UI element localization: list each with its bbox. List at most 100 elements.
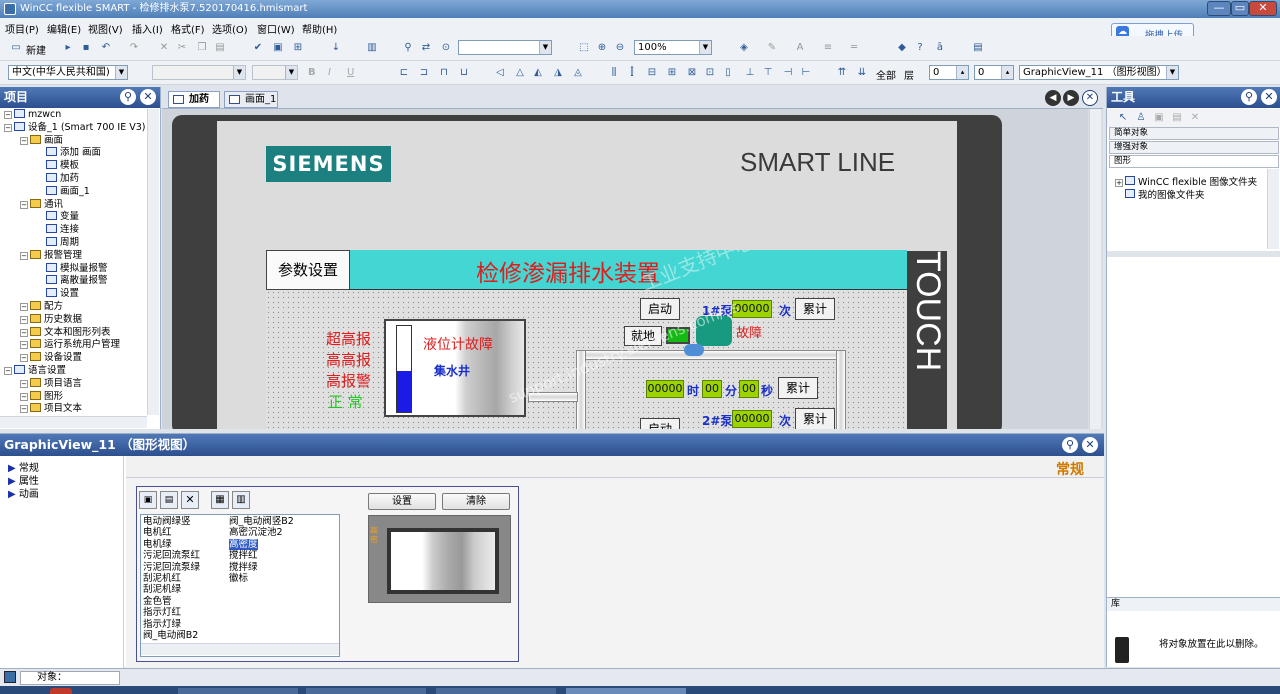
redo-icon[interactable]: ↷ xyxy=(128,42,140,54)
align-right-icon[interactable]: ⊓ xyxy=(438,67,450,79)
help-icon[interactable]: ? xyxy=(914,42,926,54)
tree-item[interactable]: 模板 xyxy=(36,160,79,172)
tools-splitter[interactable] xyxy=(1107,251,1280,257)
menu-project[interactable]: 项目(P) xyxy=(5,21,39,36)
tree-item[interactable]: − 项目语言 xyxy=(20,377,82,390)
project-tree-scrollbar[interactable] xyxy=(147,109,159,415)
graphic-list-item[interactable]: 刮泥机红 xyxy=(143,573,181,584)
same-size-icon[interactable]: ⊠ xyxy=(686,67,698,79)
align-center-icon[interactable]: ⊐ xyxy=(418,67,430,79)
center-h-icon[interactable]: ⊤ xyxy=(762,67,774,79)
graphic-list-item[interactable]: 污泥回流泵绿 xyxy=(143,562,200,573)
align-top-icon[interactable]: ⊔ xyxy=(458,67,470,79)
tree-item[interactable]: − 画面 xyxy=(20,134,63,147)
save-icon[interactable]: ▪ xyxy=(80,42,92,54)
tree-item[interactable]: 画面_1 xyxy=(36,185,90,198)
line-color-icon[interactable]: ✎ xyxy=(766,42,778,54)
zoom-in-icon[interactable]: ⊕ xyxy=(596,42,608,54)
edit-graphic-icon[interactable]: ▤ xyxy=(160,491,178,509)
object-field[interactable]: 对象： xyxy=(20,671,120,685)
graphic-list-item[interactable]: 阀_电动阀竖B2 xyxy=(229,516,294,527)
tree-item[interactable]: − 历史数据 xyxy=(20,313,82,326)
tree-item[interactable]: − 项目文本 xyxy=(20,403,82,415)
graphic-list-item[interactable]: 搅拌红 xyxy=(229,550,258,561)
taskbar-start-icon[interactable] xyxy=(50,688,72,694)
section-enhanced-objects[interactable]: 增强对象 xyxy=(1109,141,1279,154)
object-select[interactable]: GraphicView_11 （图形视图） ▼ xyxy=(1019,65,1179,80)
tab-next-icon[interactable]: ▶ xyxy=(1063,90,1079,106)
param-settings-button[interactable]: 参数设置 xyxy=(266,250,350,290)
rotate-left-icon[interactable]: ◁ xyxy=(494,67,506,79)
new-label[interactable]: 新建 xyxy=(26,42,46,57)
tree-item[interactable]: − 报警管理 xyxy=(20,249,82,262)
graphic-list-item[interactable]: 阀_电动阀B2 xyxy=(143,630,198,641)
menu-help[interactable]: 帮助(H) xyxy=(302,21,337,36)
replace-icon[interactable]: ⇄ xyxy=(420,42,432,54)
pump1-start-button[interactable]: 启动 xyxy=(640,298,680,320)
italic-button[interactable]: I xyxy=(328,67,331,78)
tree-item[interactable]: − 设备设置 xyxy=(20,352,82,364)
tree-item[interactable]: − 通讯 xyxy=(20,198,63,211)
tools-pin-icon[interactable]: ⚲ xyxy=(1241,89,1257,105)
font-color-icon[interactable]: A xyxy=(794,42,806,54)
binoculars-icon[interactable]: ⚲ xyxy=(402,42,414,54)
copy-icon[interactable]: ❐ xyxy=(196,42,208,54)
delete-icon[interactable]: ✕ xyxy=(158,42,170,54)
minimize-button[interactable]: — xyxy=(1207,1,1231,16)
project-tree-hscrollbar[interactable] xyxy=(0,416,147,428)
folder-icon[interactable]: ▣ xyxy=(1153,112,1165,124)
tree-item[interactable]: 模拟量报警 xyxy=(36,262,108,275)
tree-item[interactable]: 添加 画面 xyxy=(36,147,101,159)
set-button[interactable]: 设置 xyxy=(368,493,436,510)
runtime-accumulate-button[interactable]: 累计 xyxy=(778,377,818,399)
language-select[interactable]: 中文(中华人民共和国) ▼ xyxy=(8,65,128,80)
tree-item[interactable]: − mzwcn xyxy=(4,109,61,121)
menu-view[interactable]: 视图(V) xyxy=(88,21,123,36)
graphic-list-item[interactable]: 指示灯红 xyxy=(143,607,181,618)
zoom-out-icon[interactable]: ⊖ xyxy=(614,42,626,54)
import-graphic-icon[interactable]: ▣ xyxy=(139,491,157,509)
line-style-icon[interactable]: ≡ xyxy=(822,42,834,54)
graphic-list-item[interactable]: 金色管 xyxy=(143,596,172,607)
tree-item[interactable]: − 设备_1 (Smart 700 IE V3) xyxy=(4,121,146,134)
tree-item[interactable]: 离散量报警 xyxy=(36,275,108,287)
graphic-list-item[interactable]: 指示灯绿 xyxy=(143,619,181,630)
graphic-list[interactable]: 电动阀绿竖 电机红 电机绿 污泥回流泵红 污泥回流泵绿 刮泥机红 刮泥机绿 金色管 指示灯红 指示… xyxy=(140,514,340,657)
undo-icon[interactable]: ↶ xyxy=(100,42,112,54)
delete-tool-icon[interactable]: ✕ xyxy=(1189,112,1201,124)
person-icon[interactable]: ♙ xyxy=(1135,112,1147,124)
graphic-list-item[interactable]: 污泥回流泵红 xyxy=(143,550,200,561)
window-icon[interactable]: ▤ xyxy=(972,42,984,54)
graphic-list-item[interactable]: 电机红 xyxy=(143,527,172,538)
tree-item[interactable]: − 运行系统用户管理 xyxy=(20,339,120,351)
goto-icon[interactable]: ⊙ xyxy=(440,42,452,54)
check-icon[interactable]: ✔ xyxy=(252,42,264,54)
taskbar-item-1[interactable] xyxy=(178,688,298,694)
same-width-icon[interactable]: ⊟ xyxy=(646,67,658,79)
layer-from-input[interactable]: 0 ▴ xyxy=(929,65,969,80)
layer-icon[interactable]: ◆ xyxy=(896,42,908,54)
clear-button[interactable]: 清除 xyxy=(442,493,510,510)
close-button[interactable]: ✕ xyxy=(1249,1,1277,16)
pump2-accumulate-button[interactable]: 累计 xyxy=(795,408,835,430)
tree-item[interactable]: 设置 xyxy=(36,288,79,300)
menu-options[interactable]: 选项(O) xyxy=(212,21,248,36)
new-icon[interactable]: ▭ xyxy=(10,42,22,54)
properties-pin-icon[interactable]: ⚲ xyxy=(1062,437,1078,453)
tree-item[interactable]: 加药 xyxy=(36,173,79,185)
tab-prev-icon[interactable]: ◀ xyxy=(1045,90,1061,106)
graphic-list-item[interactable]: 电动阀绿竖 xyxy=(143,516,191,527)
font-size-select[interactable]: ▼ xyxy=(252,65,298,80)
ungroup-icon[interactable]: ⊢ xyxy=(800,67,812,79)
panel-close-icon[interactable]: ✕ xyxy=(140,89,156,105)
layer-down-icon[interactable]: ⇊ xyxy=(856,67,868,79)
menu-format[interactable]: 格式(F) xyxy=(171,21,205,36)
transfer-icon[interactable]: ↓ xyxy=(330,42,342,54)
properties-close-icon[interactable]: ✕ xyxy=(1082,437,1098,453)
line-width-icon[interactable]: ═ xyxy=(848,42,860,54)
tree-item[interactable]: 连接 xyxy=(36,224,79,236)
pump1-accumulate-button[interactable]: 累计 xyxy=(795,298,835,320)
graphic-list-item[interactable]: 徽标 xyxy=(229,573,248,584)
compile-icon[interactable]: ▣ xyxy=(272,42,284,54)
text-icon[interactable]: ā xyxy=(934,42,946,54)
